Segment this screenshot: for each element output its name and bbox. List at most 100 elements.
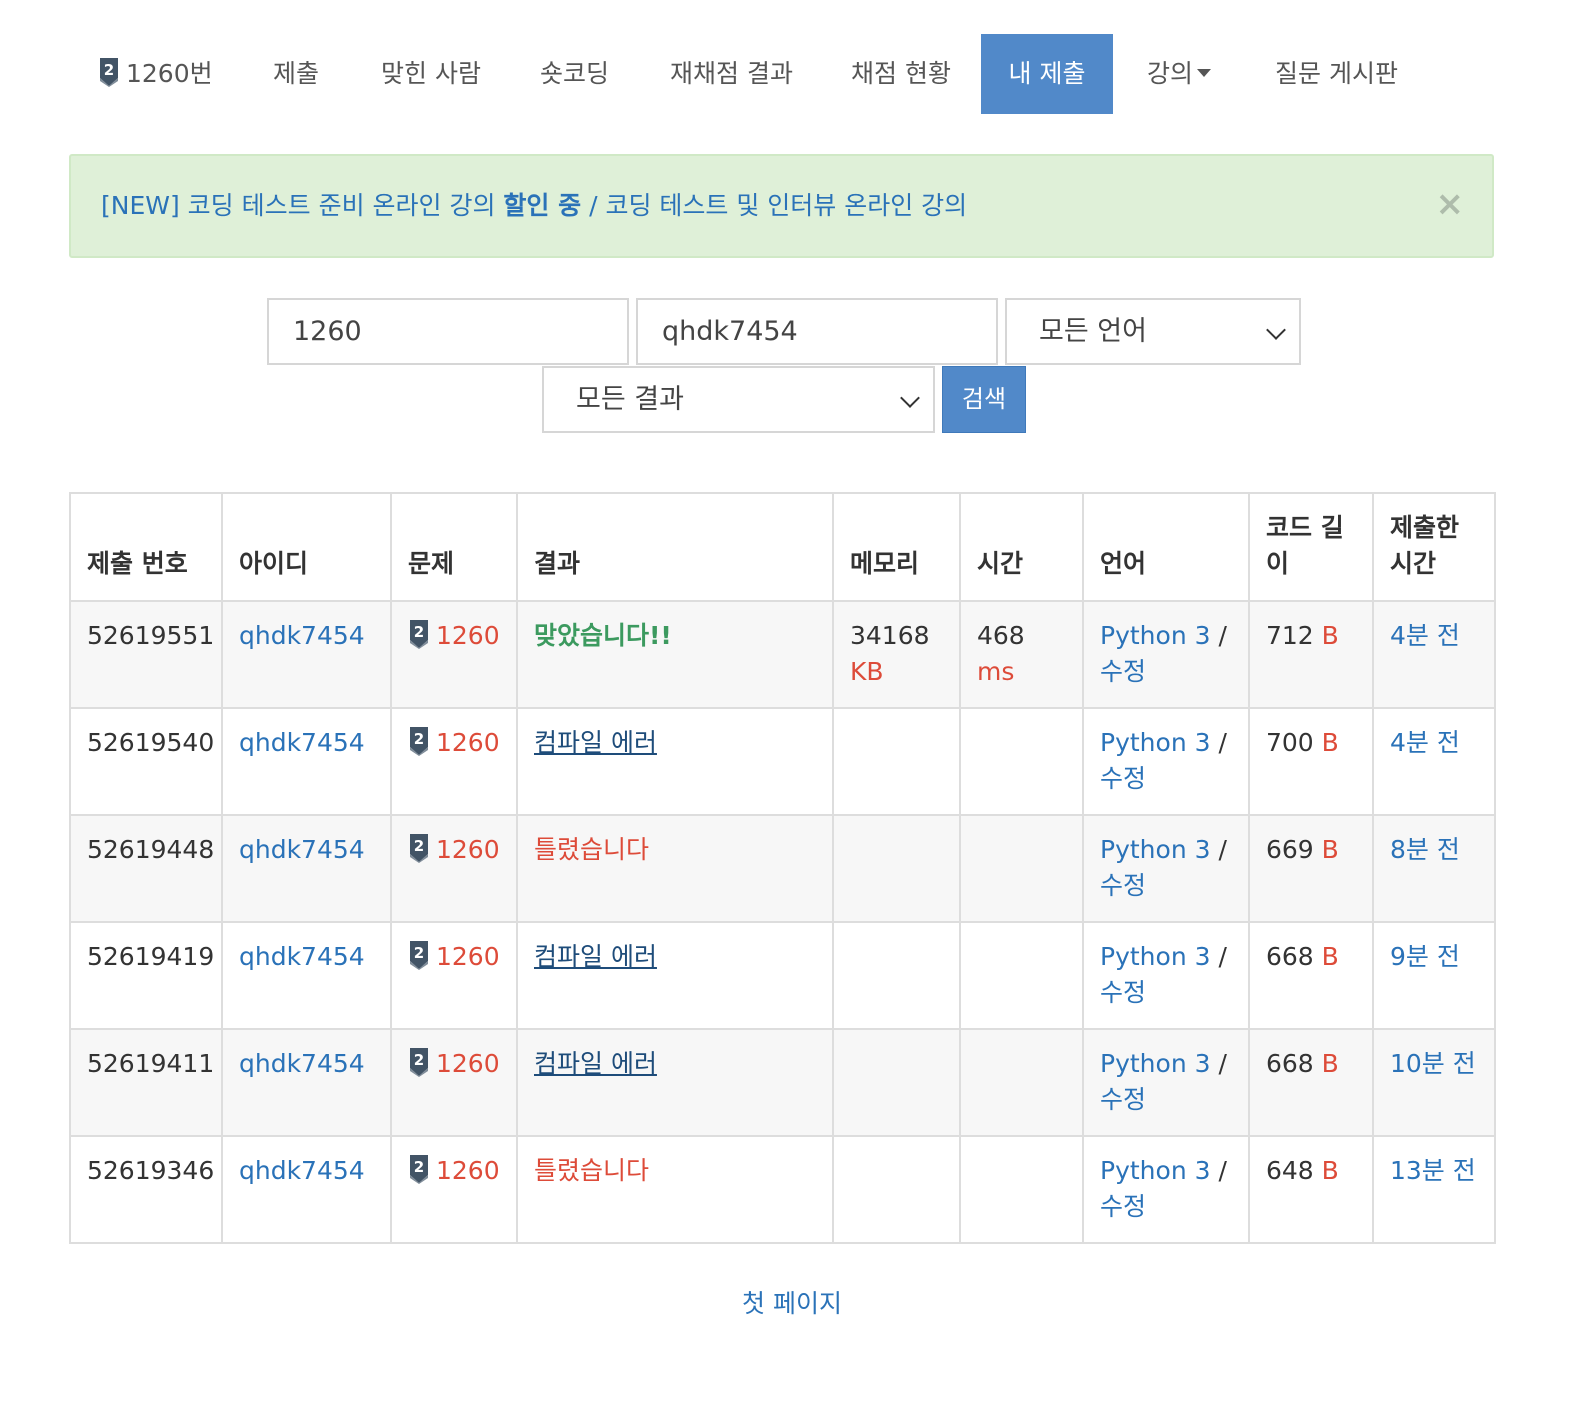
language-cell: Python 3 / 수정 [1082, 707, 1250, 816]
problem-link[interactable]: 1260 [436, 1156, 500, 1185]
edit-code-link[interactable]: 수정 [1100, 764, 1146, 793]
language-link[interactable]: Python 3 [1100, 1156, 1211, 1185]
submitted-time-link[interactable]: 9분 전 [1390, 942, 1460, 971]
language-link[interactable]: Python 3 [1100, 728, 1211, 757]
user-cell: qhdk7454 [221, 1135, 392, 1244]
time-cell [959, 814, 1084, 923]
language-link[interactable]: Python 3 [1100, 942, 1211, 971]
nav-lectures-label: 강의 [1147, 59, 1194, 88]
table-row: 52619448 qhdk7454 2 1260 틀렸습니다 Python 3 … [69, 814, 1496, 923]
submitted-time-cell: 9분 전 [1372, 921, 1496, 1030]
svg-text:2: 2 [414, 730, 424, 748]
language-select[interactable]: 모든 언어 [1005, 298, 1301, 365]
header-submitted-time: 제출한 시간 [1372, 492, 1496, 602]
svg-text:2: 2 [414, 1051, 424, 1069]
tier-badge-icon: 2 [408, 1154, 430, 1184]
code-length-value: 668 [1266, 1049, 1314, 1078]
code-length-value: 648 [1266, 1156, 1314, 1185]
language-link[interactable]: Python 3 [1100, 835, 1211, 864]
language-cell: Python 3 / 수정 [1082, 1135, 1250, 1244]
code-length-value: 712 [1266, 621, 1314, 650]
user-id-link[interactable]: qhdk7454 [239, 621, 365, 650]
chevron-down-icon [1266, 320, 1286, 340]
memory-cell [832, 1135, 961, 1244]
caret-down-icon [1197, 69, 1212, 77]
submission-id-cell: 52619346 [69, 1135, 223, 1244]
problem-link[interactable]: 1260 [436, 942, 500, 971]
result-select-value: 모든 결과 [576, 384, 684, 415]
tier-badge-icon: 2 [98, 57, 120, 87]
submitted-time-link[interactable]: 13분 전 [1390, 1156, 1476, 1185]
result-text[interactable]: 컴파일 에러 [534, 942, 657, 971]
submitted-time-cell: 4분 전 [1372, 707, 1496, 816]
user-id-link[interactable]: qhdk7454 [239, 835, 365, 864]
submitted-time-link[interactable]: 4분 전 [1390, 728, 1460, 757]
header-language: 언어 [1082, 492, 1250, 602]
nav-submit[interactable]: 제출 [273, 34, 319, 114]
problem-cell: 2 1260 [390, 921, 518, 1030]
memory-unit: KB [850, 657, 884, 686]
promo-link-1[interactable]: [NEW] 코딩 테스트 준비 온라인 강의 [101, 191, 503, 220]
result-select[interactable]: 모든 결과 [542, 366, 935, 433]
result-cell: 틀렸습니다 [516, 1135, 834, 1244]
header-result: 결과 [516, 492, 834, 602]
first-page-link[interactable]: 첫 페이지 [742, 1289, 842, 1318]
edit-code-link[interactable]: 수정 [1100, 1085, 1146, 1114]
svg-text:2: 2 [104, 61, 114, 79]
memory-cell [832, 1028, 961, 1137]
nav-rejudge-results[interactable]: 재채점 결과 [670, 34, 793, 114]
time-cell [959, 1028, 1084, 1137]
language-link[interactable]: Python 3 [1100, 1049, 1211, 1078]
edit-code-link[interactable]: 수정 [1100, 871, 1146, 900]
problem-link[interactable]: 1260 [436, 835, 500, 864]
table-row: 52619346 qhdk7454 2 1260 틀렸습니다 Python 3 … [69, 1135, 1496, 1244]
result-cell: 컴파일 에러 [516, 921, 834, 1030]
time-cell [959, 921, 1084, 1030]
submitted-time-link[interactable]: 10분 전 [1390, 1049, 1476, 1078]
user-cell: qhdk7454 [221, 814, 392, 923]
user-id-link[interactable]: qhdk7454 [239, 1049, 365, 1078]
user-id-link[interactable]: qhdk7454 [239, 1156, 365, 1185]
user-id-link[interactable]: qhdk7454 [239, 942, 365, 971]
problem-link[interactable]: 1260 [436, 621, 500, 650]
time-cell: 468 ms [959, 600, 1084, 709]
problem-id-input[interactable]: 1260 [267, 298, 629, 365]
result-text[interactable]: 컴파일 에러 [534, 1049, 657, 1078]
submission-id-cell: 52619448 [69, 814, 223, 923]
edit-code-link[interactable]: 수정 [1100, 978, 1146, 1007]
edit-code-link[interactable]: 수정 [1100, 1192, 1146, 1221]
promo-link-bold[interactable]: 할인 중 [503, 191, 581, 220]
svg-text:2: 2 [414, 944, 424, 962]
table-row: 52619551 qhdk7454 2 1260 맞았습니다!! 34168 KB… [69, 600, 1496, 709]
svg-text:2: 2 [414, 1158, 424, 1176]
nav-short-coding[interactable]: 숏코딩 [540, 34, 609, 114]
result-text: 틀렸습니다 [534, 1156, 650, 1185]
memory-value: 34168 [850, 621, 930, 650]
language-link[interactable]: Python 3 [1100, 621, 1211, 650]
nav-qna-board[interactable]: 질문 게시판 [1275, 34, 1398, 114]
table-row: 52619411 qhdk7454 2 1260 컴파일 에러 Python 3… [69, 1028, 1496, 1137]
problem-link[interactable]: 1260 [436, 728, 500, 757]
tier-badge-icon: 2 [408, 726, 430, 756]
search-button[interactable]: 검색 [942, 366, 1026, 433]
nav-problem-label: 1260번 [126, 59, 213, 88]
promo-link-2[interactable]: / 코딩 테스트 및 인터뷰 온라인 강의 [581, 191, 967, 220]
nav-lectures-dropdown[interactable]: 강의 [1147, 34, 1212, 114]
header-code-length: 코드 길이 [1248, 492, 1374, 602]
nav-judge-status[interactable]: 채점 현황 [851, 34, 951, 114]
submitted-time-link[interactable]: 8분 전 [1390, 835, 1460, 864]
memory-cell [832, 814, 961, 923]
user-id-link[interactable]: qhdk7454 [239, 728, 365, 757]
result-text[interactable]: 컴파일 에러 [534, 728, 657, 757]
submitted-time-link[interactable]: 4분 전 [1390, 621, 1460, 650]
nav-problem-link[interactable]: 2 1260번 [98, 34, 213, 114]
close-icon[interactable]: × [1436, 184, 1465, 224]
user-id-input[interactable]: qhdk7454 [636, 298, 998, 365]
edit-code-link[interactable]: 수정 [1100, 657, 1146, 686]
promo-alert-text: [NEW] 코딩 테스트 준비 온라인 강의 할인 중 / 코딩 테스트 및 인… [101, 156, 967, 256]
nav-my-submissions[interactable]: 내 제출 [981, 34, 1113, 114]
submission-table: 제출 번호 아이디 문제 결과 메모리 시간 언어 코드 길이 제출한 시간 5… [69, 492, 1496, 1244]
nav-solved-users[interactable]: 맞힌 사람 [381, 34, 481, 114]
submission-id: 52619346 [87, 1156, 215, 1185]
problem-link[interactable]: 1260 [436, 1049, 500, 1078]
